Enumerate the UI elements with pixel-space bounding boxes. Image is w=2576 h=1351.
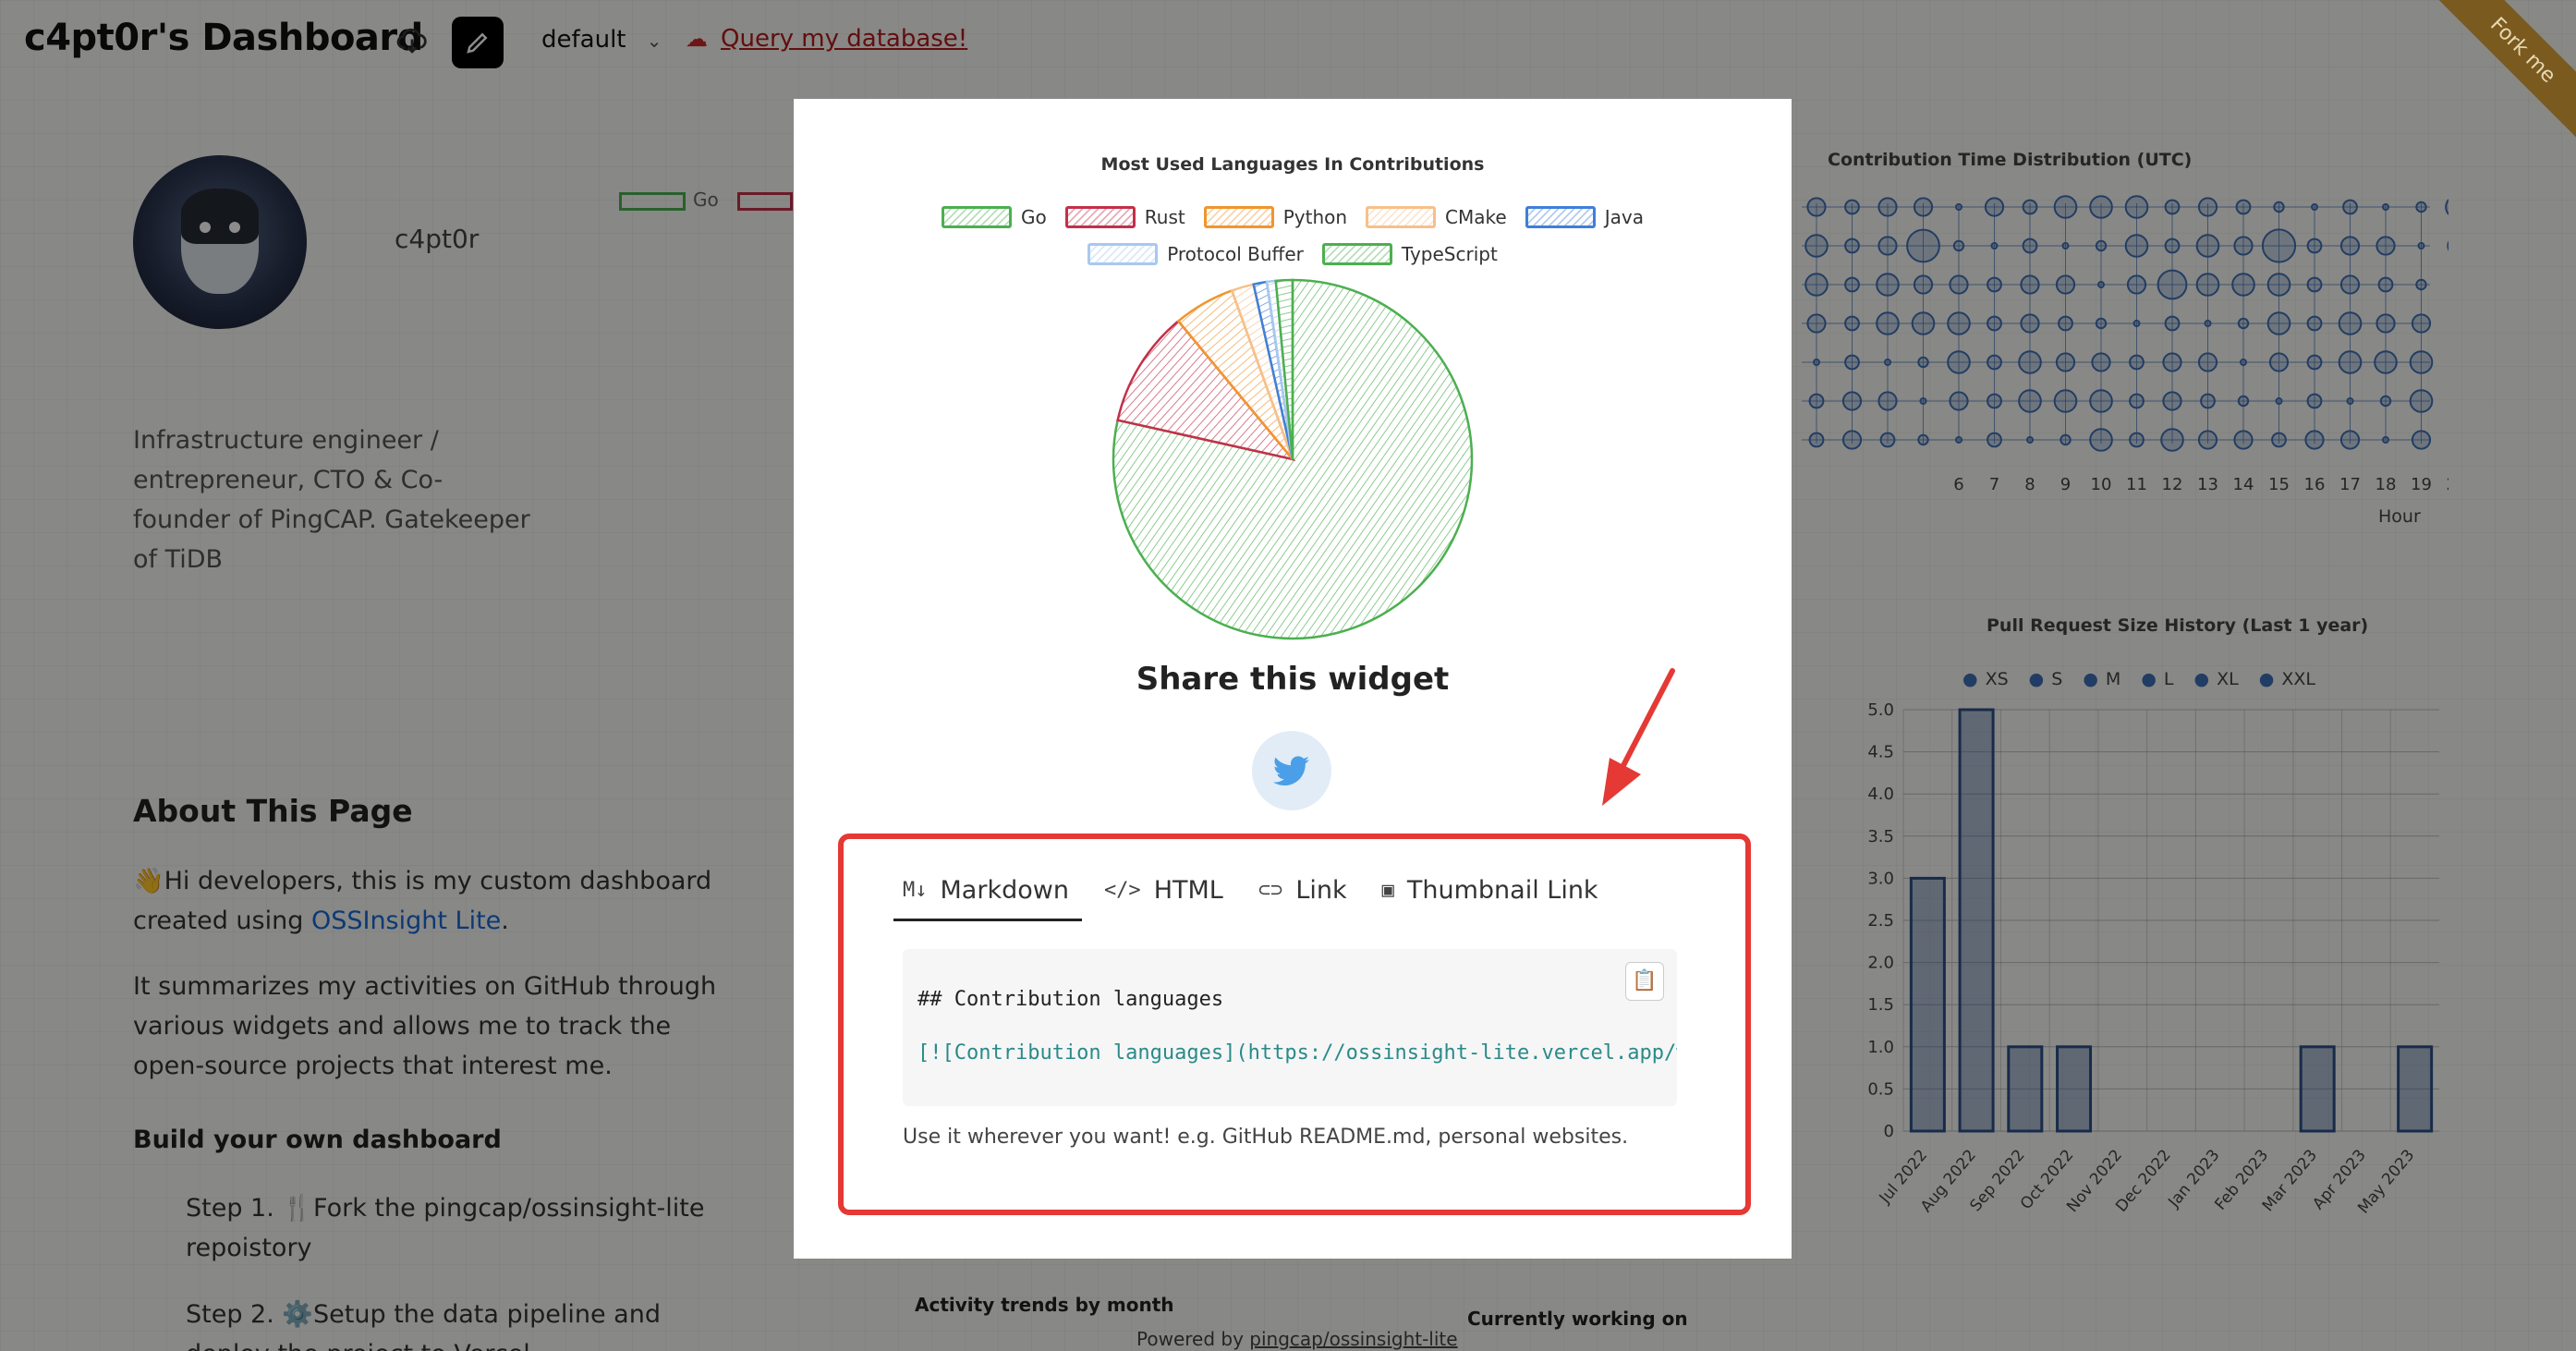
legend-label: Python [1282, 206, 1348, 228]
legend-label: Rust [1144, 206, 1185, 228]
twitter-icon [1272, 756, 1309, 785]
annotation-arrow [1602, 668, 1675, 806]
legend-item[interactable]: Protocol Buffer [1088, 243, 1304, 265]
languages-pie-chart [1112, 278, 1474, 640]
legend-label: TypeScript [1401, 243, 1498, 265]
languages-chart-title: Most Used Languages In Contributions [1100, 154, 1485, 175]
tab-link[interactable]: ⊂⊃ Link [1258, 876, 1347, 921]
legend-swatch [1321, 243, 1392, 265]
legend-item[interactable]: TypeScript [1321, 243, 1498, 265]
tab-markdown[interactable]: M↓ Markdown [893, 876, 1082, 921]
code-line-2: [![Contribution languages](https://ossin… [917, 1041, 1677, 1065]
legend-label: Protocol Buffer [1167, 243, 1304, 265]
embed-code-box[interactable]: ## Contribution languages [![Contributio… [903, 949, 1677, 1106]
legend-item[interactable]: Go [942, 206, 1047, 228]
tab-html[interactable]: </> HTML [1104, 876, 1223, 921]
legend-label: Go [1021, 206, 1047, 228]
languages-legend-row-1: Go Rust Python CMake Java [794, 206, 1792, 228]
tab-label: Thumbnail Link [1406, 876, 1598, 905]
legend-swatch [1366, 206, 1437, 228]
legend-swatch [1203, 206, 1274, 228]
tab-label: Link [1295, 876, 1347, 905]
embed-tabs: M↓ Markdown </> HTML ⊂⊃ Link ▣ Thumbnail Link [893, 876, 1598, 921]
legend-swatch [1064, 206, 1136, 228]
twitter-share-button[interactable] [1252, 731, 1331, 810]
legend-swatch [1088, 243, 1159, 265]
legend-item[interactable]: Java [1525, 206, 1644, 228]
legend-label: CMake [1445, 206, 1507, 228]
tab-thumbnail-link[interactable]: ▣ Thumbnail Link [1382, 876, 1598, 921]
legend-item[interactable]: Python [1203, 206, 1348, 228]
clipboard-icon: 📋 [1632, 969, 1658, 992]
markdown-icon: M↓ [903, 879, 928, 902]
legend-swatch [1525, 206, 1596, 228]
tab-label: Markdown [940, 876, 1069, 905]
tab-label: HTML [1153, 876, 1223, 905]
code-icon: </> [1103, 879, 1141, 902]
link-icon: ⊂⊃ [1258, 879, 1283, 902]
image-icon: ▣ [1381, 879, 1394, 902]
legend-swatch [942, 206, 1013, 228]
copy-button[interactable]: 📋 [1625, 962, 1664, 1001]
code-line-1: ## Contribution languages [917, 988, 1224, 1011]
languages-legend-row-2: Protocol Buffer TypeScript [794, 243, 1792, 265]
legend-label: Java [1604, 206, 1644, 228]
embed-panel: M↓ Markdown </> HTML ⊂⊃ Link ▣ Thumbnail Link #… [838, 834, 1751, 1215]
legend-item[interactable]: Rust [1064, 206, 1185, 228]
usage-hint: Use it wherever you want! e.g. GitHub RE… [903, 1126, 1629, 1149]
legend-item[interactable]: CMake [1366, 206, 1507, 228]
